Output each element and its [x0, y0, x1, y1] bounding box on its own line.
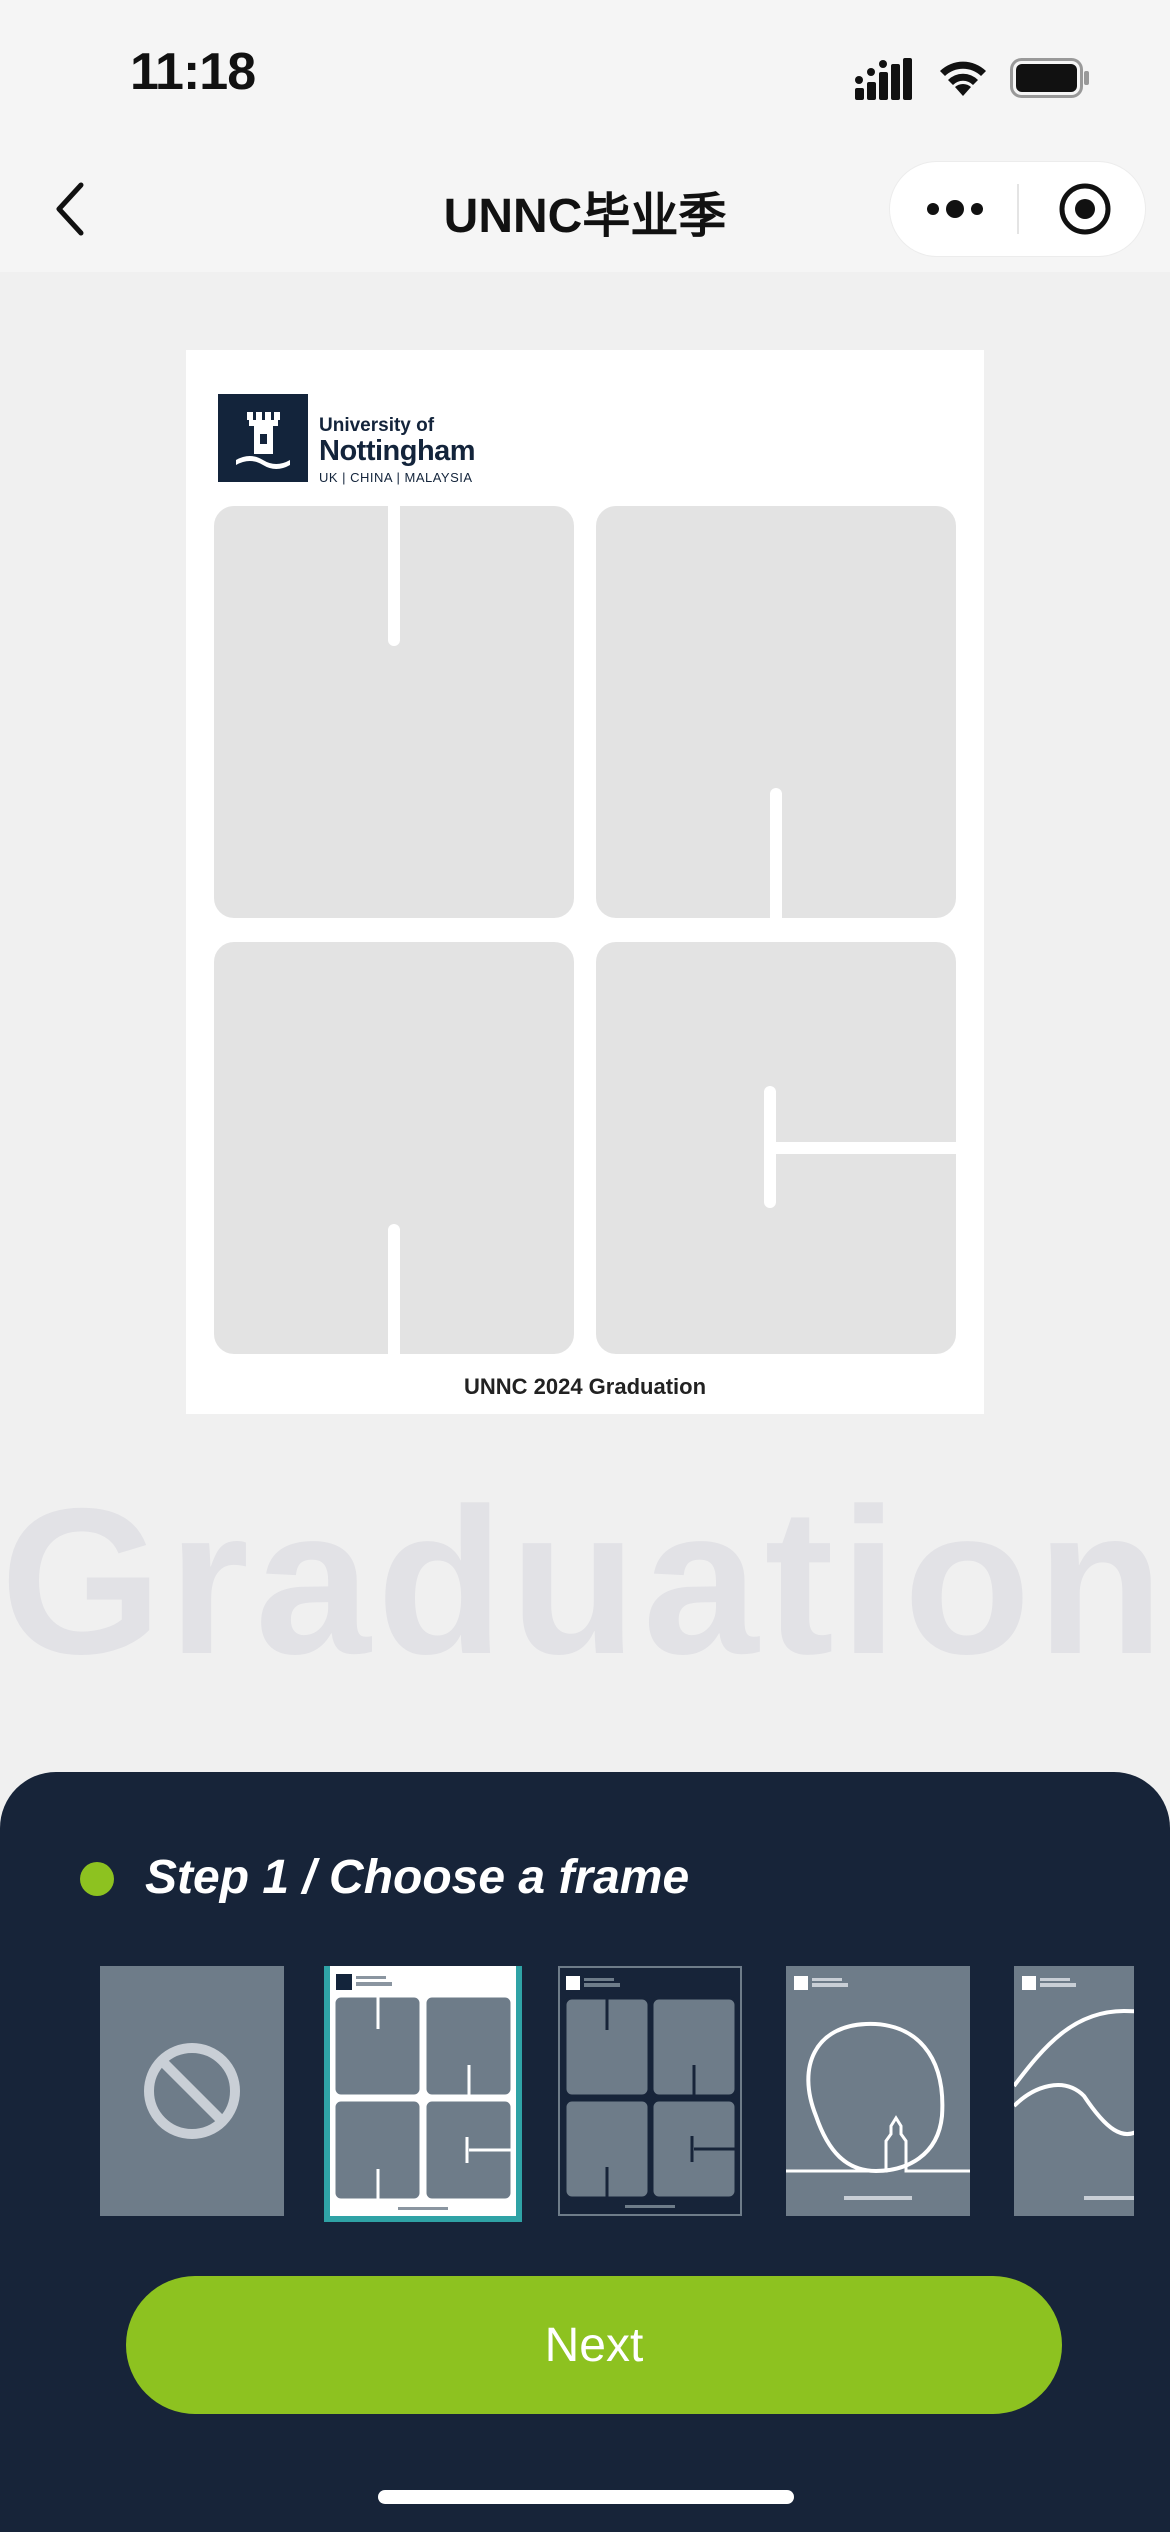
- step-label: Step 1 / Choose a frame: [145, 1851, 690, 1904]
- frame-thumbnail-image: [332, 1974, 514, 2210]
- status-time: 11:18: [130, 43, 256, 101]
- battery-icon: [1010, 58, 1089, 98]
- home-indicator: [378, 2490, 794, 2504]
- nav-bar: UNNC毕业季: [0, 150, 1170, 272]
- mini-program-capsule: [890, 162, 1145, 256]
- next-button[interactable]: Next: [126, 2276, 1062, 2414]
- frame-picker-panel: Step 1 / Choose a frame Next: [0, 1772, 1170, 2532]
- frame-option-curve[interactable]: [1014, 1966, 1134, 2216]
- frame-option-none[interactable]: [100, 1966, 284, 2216]
- more-button[interactable]: [910, 162, 1000, 256]
- more-icon: [927, 200, 983, 218]
- wifi-icon: [940, 61, 986, 96]
- frame-option-navy-unnc[interactable]: [558, 1966, 742, 2216]
- capsule-divider: [1017, 184, 1019, 234]
- frame-thumbnail-image: [786, 1976, 970, 2200]
- status-bar: 11:18: [0, 0, 1170, 150]
- close-mini-program-button[interactable]: [1040, 162, 1130, 256]
- step-indicator-dot: [80, 1862, 114, 1896]
- frame-thumbnail-strip[interactable]: [100, 1966, 1134, 2228]
- prohibited-icon: [144, 2043, 240, 2139]
- unnc-photo-slots[interactable]: [186, 350, 984, 1414]
- signal-icon: [855, 58, 912, 100]
- frame-option-white-unnc[interactable]: [324, 1966, 522, 2222]
- graduation-watermark: Graduation: [0, 1466, 1170, 1698]
- target-close-icon: [1059, 183, 1111, 235]
- frame-preview: University of Nottingham UK | CHINA | MA…: [186, 350, 984, 1414]
- frame-thumbnail-image: [563, 1976, 738, 2208]
- frame-option-line-art[interactable]: [786, 1966, 970, 2216]
- frame-caption: UNNC 2024 Graduation: [463, 1374, 707, 1399]
- frame-thumbnail-image: [1014, 1976, 1134, 2200]
